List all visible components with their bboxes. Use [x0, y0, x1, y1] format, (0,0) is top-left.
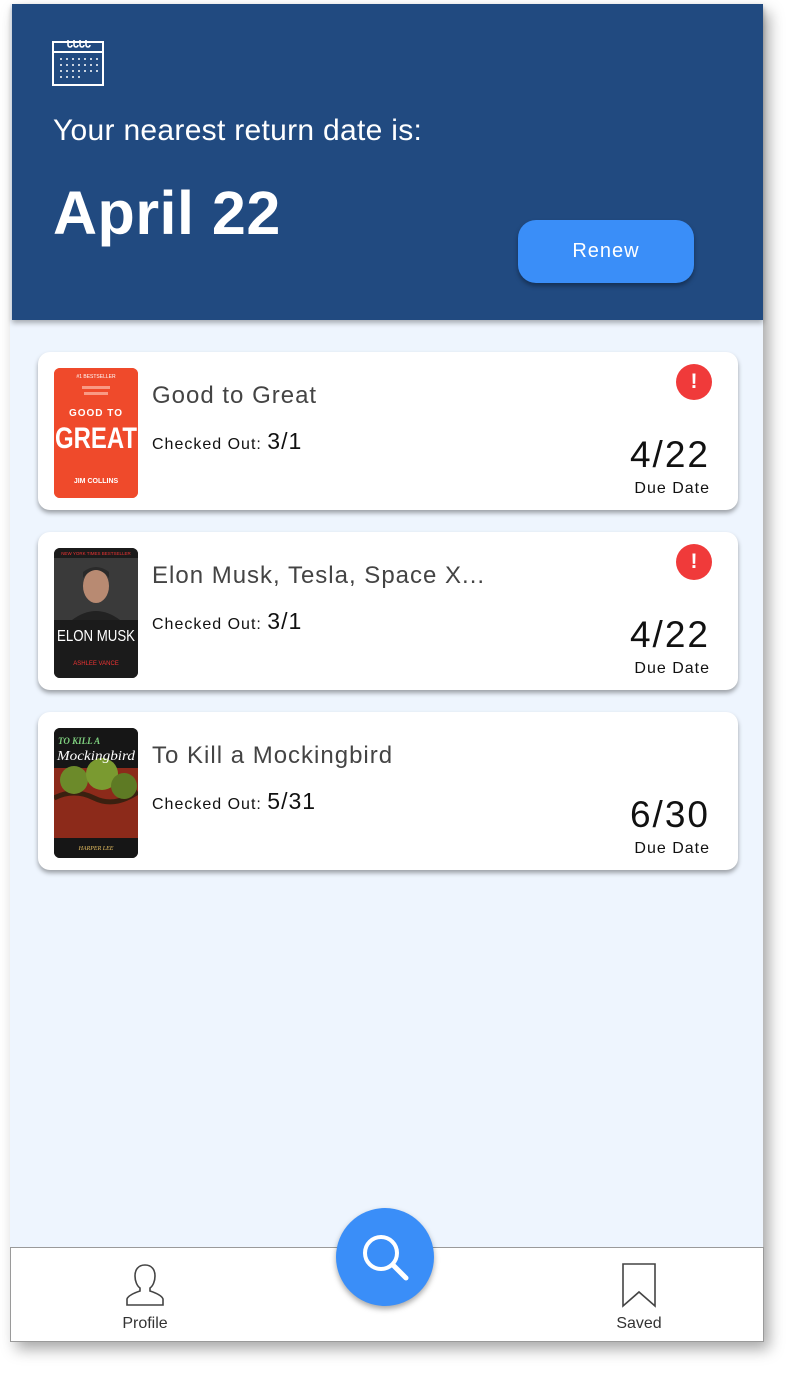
cover-top-text: #1 BESTSELLER [76, 374, 116, 380]
cover-author: HARPER LEE [78, 846, 114, 852]
book-cover-good-to-great: #1 BESTSELLER GOOD TO GREAT JIM COLLINS [54, 368, 138, 498]
due-date-value: 4/22 [629, 434, 710, 475]
book-card-elon-musk[interactable]: NEW YORK TIMES BESTSELLER ELON MUSK ASHL… [38, 532, 738, 690]
nav-saved-label: Saved [616, 1315, 662, 1332]
checked-out-info: Checked Out: 3/1 [152, 428, 302, 455]
book-cover-elon-musk: NEW YORK TIMES BESTSELLER ELON MUSK ASHL… [54, 548, 138, 678]
cover-line2: GREAT [55, 422, 137, 455]
checked-out-info: Checked Out: 5/31 [152, 788, 316, 815]
overdue-alert-icon[interactable]: ! [676, 364, 712, 400]
cover-art: NEW YORK TIMES BESTSELLER ELON MUSK ASHL… [54, 548, 138, 678]
checked-out-info: Checked Out: 3/1 [152, 608, 302, 635]
book-card-mockingbird[interactable]: TO KILL A Mockingbird HARPER LEE To Kill… [38, 712, 738, 870]
checked-out-date: 3/1 [267, 428, 303, 454]
nav-profile[interactable]: Profile [85, 1262, 205, 1333]
checked-out-label: Checked Out: [152, 616, 262, 633]
cover-author: JIM COLLINS [74, 478, 119, 485]
due-date-label: Due Date [634, 480, 710, 497]
checked-out-date: 5/31 [267, 788, 317, 814]
checked-out-label: Checked Out: [152, 796, 262, 813]
cover-top-text: NEW YORK TIMES BESTSELLER [61, 551, 131, 556]
book-cover-mockingbird: TO KILL A Mockingbird HARPER LEE [54, 728, 138, 858]
cover-author: ASHLEE VANCE [73, 661, 119, 667]
book-title: To Kill a Mockingbird [152, 742, 394, 769]
checked-out-label: Checked Out: [152, 436, 262, 453]
nav-saved[interactable]: Saved [579, 1262, 699, 1333]
checked-out-date: 3/1 [267, 608, 303, 634]
search-button[interactable] [336, 1208, 434, 1306]
due-date-label: Due Date [634, 840, 710, 857]
app-screen: Your nearest return date is: April 22 Re… [10, 4, 764, 1342]
nearest-return-date: April 22 [53, 179, 281, 247]
cover-art: #1 BESTSELLER GOOD TO GREAT JIM COLLINS [54, 368, 138, 498]
profile-icon [126, 1264, 164, 1306]
search-icon [363, 1235, 409, 1281]
cover-line1: ELON MUSK [57, 628, 135, 645]
due-date-value: 4/22 [629, 614, 710, 655]
cover-art: TO KILL A Mockingbird HARPER LEE [54, 728, 138, 858]
nearest-return-subtitle: Your nearest return date is: [53, 114, 423, 147]
bookmark-icon [622, 1263, 656, 1308]
due-date-label: Due Date [634, 660, 710, 677]
calendar-icon [52, 40, 104, 86]
cover-line1: GOOD TO [69, 408, 123, 419]
cover-line1: TO KILL A [58, 736, 100, 746]
renew-button[interactable]: Renew [518, 220, 694, 283]
cover-line2: Mockingbird [56, 749, 136, 764]
book-card-good-to-great[interactable]: #1 BESTSELLER GOOD TO GREAT JIM COLLINS … [38, 352, 738, 510]
due-date-value: 6/30 [629, 794, 710, 835]
book-title: Good to Great [152, 382, 318, 409]
book-title: Elon Musk, Tesla, Space X... [152, 562, 486, 589]
nav-profile-label: Profile [122, 1315, 168, 1332]
return-date-header: Your nearest return date is: April 22 Re… [12, 4, 763, 320]
overdue-alert-icon[interactable]: ! [676, 544, 712, 580]
